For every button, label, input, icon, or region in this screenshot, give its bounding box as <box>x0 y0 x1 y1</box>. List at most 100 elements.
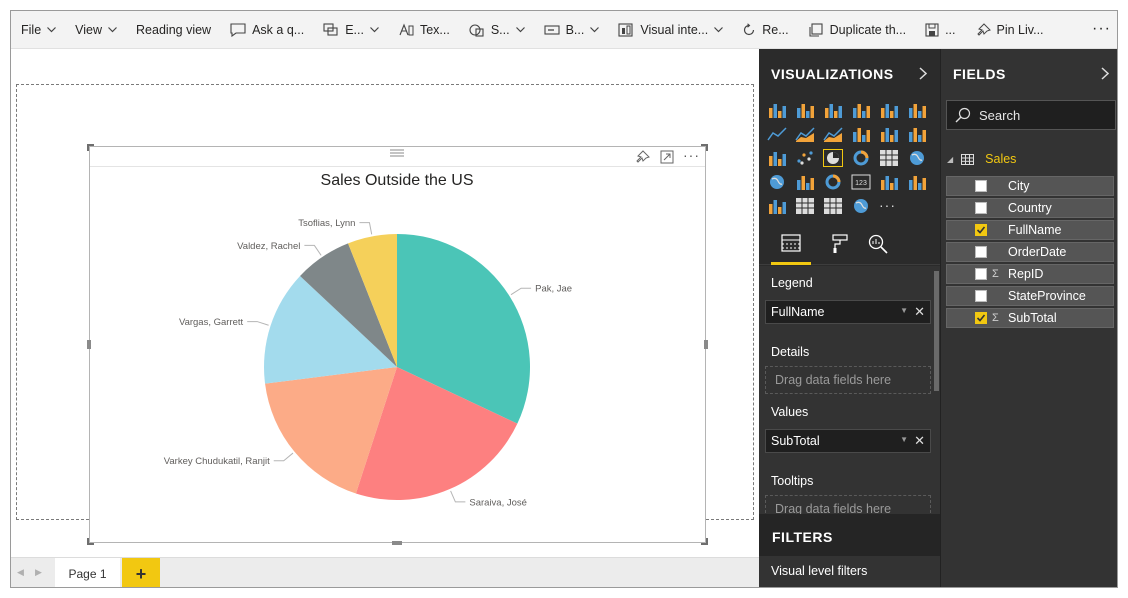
chevron-down-icon <box>515 26 525 32</box>
donut-icon[interactable] <box>851 149 871 167</box>
scatter-icon[interactable] <box>795 149 815 167</box>
svg-text:123: 123 <box>855 180 867 187</box>
field-item-fullname[interactable]: FullName <box>946 220 1114 240</box>
map-icon[interactable] <box>907 149 927 167</box>
table-name: Sales <box>985 152 1017 166</box>
kpi-icon[interactable] <box>907 173 927 191</box>
remove-legend-field-icon[interactable]: ✕ <box>914 304 925 320</box>
card-icon[interactable]: 123 <box>851 173 871 191</box>
line-column-icon[interactable] <box>851 125 871 143</box>
speech-bubble-icon <box>230 22 246 37</box>
duplicate-page-button[interactable]: Duplicate th... <box>808 11 906 49</box>
gauge-icon[interactable] <box>823 173 843 191</box>
field-item-orderdate[interactable]: OrderDate <box>946 242 1114 262</box>
pin-live-page-button[interactable]: Pin Liv... <box>975 11 1044 49</box>
next-page-icon[interactable]: ▶ <box>35 567 42 578</box>
checkbox-checked-icon[interactable] <box>975 312 987 324</box>
funnel-icon[interactable] <box>795 173 815 191</box>
report-page[interactable]: ··· Sales Outside the US Pak, Jae Saraiva… <box>16 84 754 545</box>
slice-leader-line <box>510 287 532 296</box>
checkbox-icon[interactable] <box>975 202 987 214</box>
field-item-country[interactable]: Country <box>946 198 1114 218</box>
filters-section: FILTERS Visual level filters <box>759 514 940 587</box>
fields-title: FIELDS <box>953 66 1006 82</box>
ask-question-button[interactable]: Ask a q... <box>230 11 304 49</box>
add-page-button[interactable]: + <box>122 558 160 587</box>
visualizations-title: VISUALIZATIONS <box>771 66 894 82</box>
details-drop-zone[interactable]: Drag data fields here <box>765 366 931 394</box>
slice-label: Saraiva, José <box>469 497 527 508</box>
pane-scrollbar[interactable] <box>934 271 939 391</box>
field-item-stateprovince[interactable]: StateProvince <box>946 286 1114 306</box>
clustered-column-icon[interactable] <box>851 101 871 119</box>
field-item-repid[interactable]: Σ RepID <box>946 264 1114 284</box>
tab-format[interactable] <box>821 225 857 265</box>
treemap-icon[interactable] <box>879 149 899 167</box>
visual-interactions-icon <box>618 22 633 37</box>
line-clustered-column-icon[interactable] <box>879 125 899 143</box>
collapse-visualizations-icon[interactable] <box>919 67 927 80</box>
checkbox-icon[interactable] <box>975 180 987 192</box>
file-menu[interactable]: File <box>21 11 57 49</box>
field-name: StateProvince <box>1008 289 1086 303</box>
percent-bar-icon[interactable] <box>879 101 899 119</box>
remove-values-field-icon[interactable]: ✕ <box>914 433 925 449</box>
checkbox-icon[interactable] <box>975 290 987 302</box>
more-visuals-icon[interactable]: ··· <box>879 197 899 215</box>
collapse-fields-icon[interactable] <box>1101 67 1109 80</box>
view-menu[interactable]: View <box>75 11 117 49</box>
pie-chart-icon[interactable] <box>823 149 843 167</box>
legend-field[interactable]: FullName ▼ ✕ <box>765 300 931 324</box>
globe-icon[interactable] <box>851 197 871 215</box>
waterfall-icon[interactable] <box>767 149 787 167</box>
stacked-column-icon[interactable] <box>795 101 815 119</box>
duplicate-page-label: Duplicate th... <box>829 22 907 37</box>
expand-collapse-icon[interactable]: ◢ <box>947 155 953 164</box>
ribbon-chart-icon[interactable] <box>907 125 927 143</box>
values-well-label: Values <box>771 405 809 419</box>
reading-view-button[interactable]: Reading view <box>136 11 211 49</box>
values-field-dropdown-icon[interactable]: ▼ <box>900 435 908 444</box>
pin-live-page-label: Pin Liv... <box>996 22 1044 37</box>
filled-map-icon[interactable] <box>767 173 787 191</box>
prev-page-icon[interactable]: ◀ <box>17 567 24 578</box>
checkbox-checked-icon[interactable] <box>975 224 987 236</box>
stacked-bar-icon[interactable] <box>767 101 787 119</box>
matrix-icon[interactable] <box>823 197 843 215</box>
multi-row-card-icon[interactable] <box>879 173 899 191</box>
slice-label: Vargas, Garrett <box>179 317 244 328</box>
stacked-area-icon[interactable] <box>823 125 843 143</box>
tab-page-1[interactable]: Page 1 <box>55 558 120 587</box>
explore-button[interactable]: E... <box>323 11 379 49</box>
visual-interactions-button[interactable]: Visual inte... <box>618 11 724 49</box>
more-options-button[interactable]: ··· <box>1092 20 1111 38</box>
slicer-icon[interactable] <box>767 197 787 215</box>
area-chart-icon[interactable] <box>795 125 815 143</box>
values-field[interactable]: SubTotal ▼ ✕ <box>765 429 931 453</box>
reading-view-label: Reading view <box>136 22 212 37</box>
field-item-subtotal[interactable]: Σ SubTotal <box>946 308 1114 328</box>
checkbox-icon[interactable] <box>975 268 987 280</box>
save-button[interactable]: ... <box>925 11 956 49</box>
visual-level-filters[interactable]: Visual level filters <box>759 556 940 587</box>
line-chart-icon[interactable] <box>767 125 787 143</box>
legend-field-dropdown-icon[interactable]: ▼ <box>900 306 908 315</box>
explore-icon <box>323 22 338 36</box>
clustered-bar-icon[interactable] <box>823 101 843 119</box>
search-icon <box>955 107 971 123</box>
field-item-city[interactable]: City <box>946 176 1114 196</box>
slice-label: Tsoflias, Lynn <box>298 218 355 229</box>
text-box-button[interactable]: Tex... <box>398 11 450 49</box>
save-label: ... <box>945 22 956 37</box>
tab-fields-wells[interactable] <box>771 225 811 265</box>
tab-analytics[interactable] <box>859 225 895 265</box>
table-viz-icon[interactable] <box>795 197 815 215</box>
shapes-button[interactable]: S... <box>469 11 525 49</box>
fields-search-input[interactable]: Search <box>946 100 1116 130</box>
refresh-button[interactable]: Re... <box>742 11 789 49</box>
pie-chart-visual[interactable]: ··· Sales Outside the US Pak, Jae Saraiva… <box>87 144 708 545</box>
percent-column-icon[interactable] <box>907 101 927 119</box>
table-sales[interactable]: ◢ Sales <box>947 149 1016 169</box>
buttons-button[interactable]: B... <box>544 11 600 49</box>
checkbox-icon[interactable] <box>975 246 987 258</box>
